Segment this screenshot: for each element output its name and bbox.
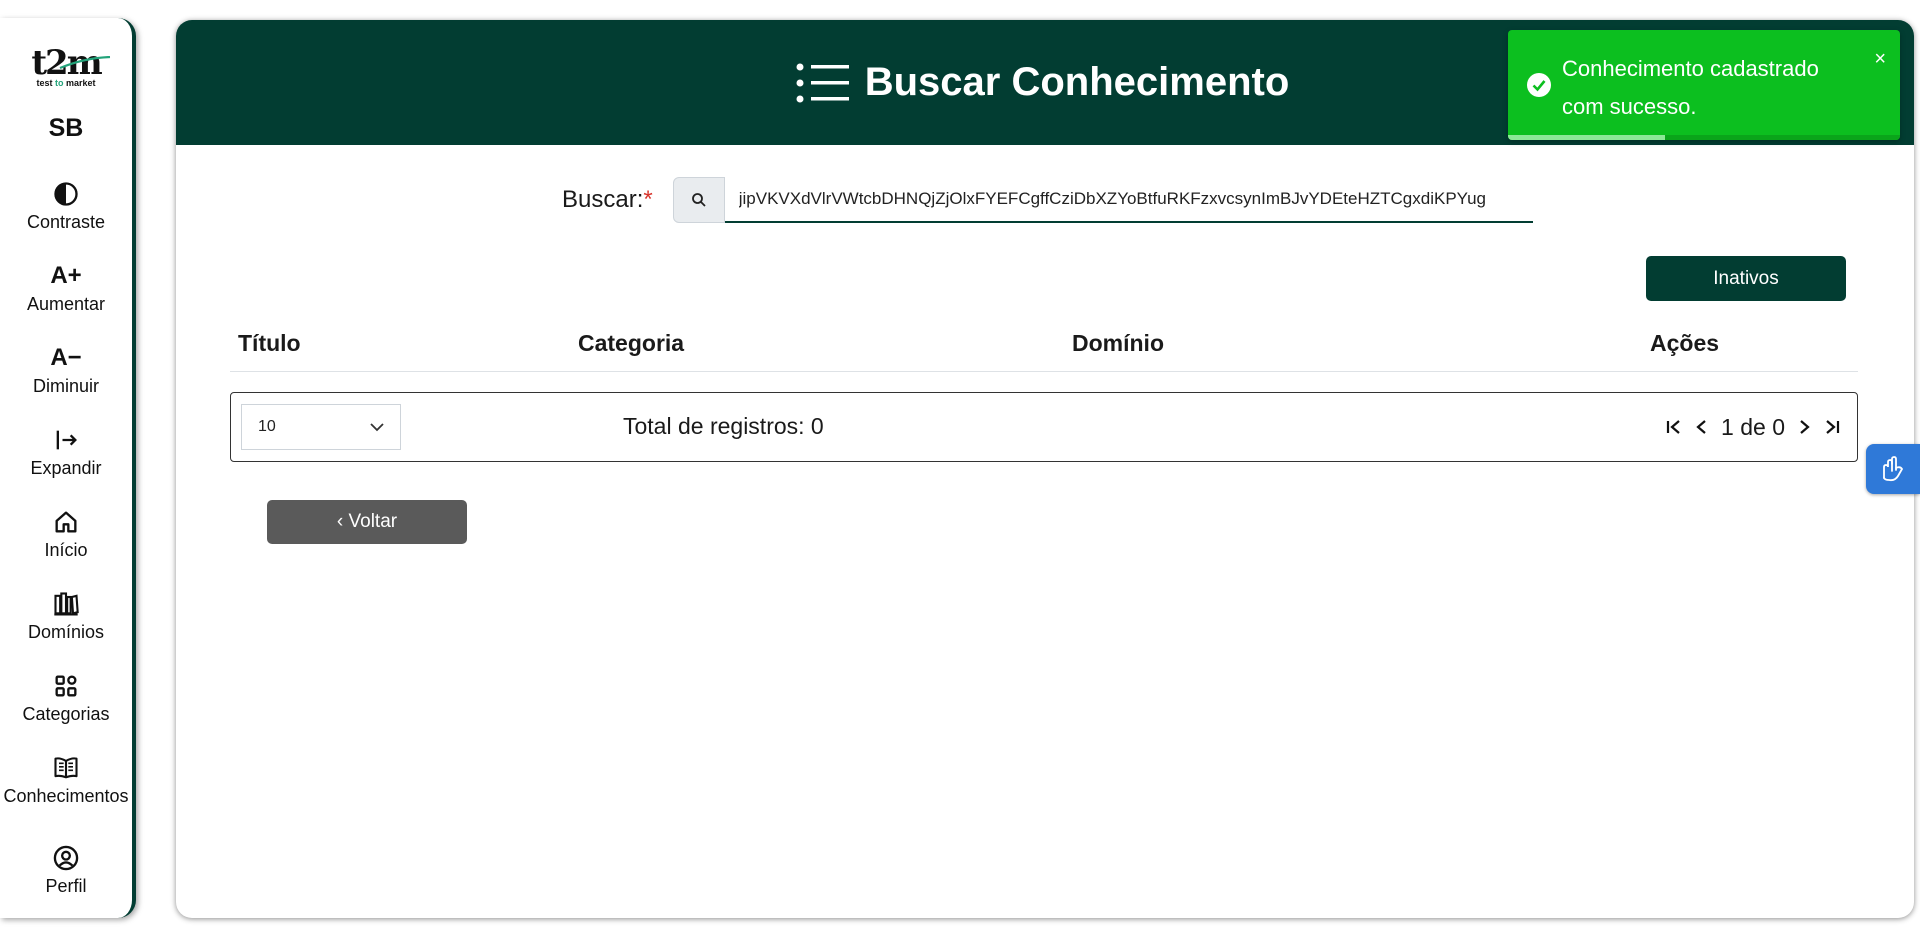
sidebar-item-label: Contraste [26,212,106,232]
logo: t2m test to market [0,46,132,88]
home-icon [0,508,132,536]
font-increase-icon: A+ [50,262,82,289]
column-header-actions: Ações [1650,330,1720,356]
search-button[interactable] [672,177,725,223]
sidebar: t2m test to market SB Contraste A+ Aumen… [0,18,136,918]
sidebar-item-label: Domínios [27,622,105,642]
first-page-icon[interactable] [1665,417,1683,437]
back-button[interactable]: ‹ Voltar [267,500,467,544]
total-records: Total de registros: 0 [623,413,824,439]
books-icon [0,590,132,618]
user-initials: SB [48,114,84,142]
table-header: Título Categoria Domínio Ações [230,320,1858,372]
toast-message: Conhecimento cadastrado com sucesso. [1562,56,1819,119]
sidebar-item-label: Perfil [45,876,87,896]
column-header-domain: Domínio [1072,330,1164,356]
toast-progress [1508,135,1665,140]
sidebar-item-label: Início [44,540,88,560]
next-page-icon[interactable] [1795,417,1813,437]
pager-nav: 1 de 0 [1665,412,1841,442]
pagination-bar: 10 Total de registros: 0 1 de 0 [230,392,1858,462]
sidebar-item-label: Conhecimentos [3,786,129,806]
search-row: Buscar:* [562,176,1533,224]
page-info: 1 de 0 [1721,413,1785,440]
sidebar-item-knowledge[interactable]: Conhecimentos [0,754,132,807]
sidebar-item-expand[interactable]: Expandir [0,426,132,479]
page-title: Buscar Conhecimento [864,60,1290,104]
column-header-title: Título [238,330,301,356]
hands-icon [1883,456,1904,482]
sidebar-item-home[interactable]: Início [0,508,132,561]
sidebar-item-label: Expandir [30,458,102,478]
sidebar-item-contrast[interactable]: Contraste [0,180,132,233]
page-size-select[interactable]: 10 [241,404,401,450]
book-open-icon [0,754,132,782]
list-icon [796,63,849,102]
sidebar-item-label: Diminuir [32,376,99,396]
search-label: Buscar:* [562,186,653,213]
page-size-value: 10 [258,418,276,435]
check-circle-icon [1527,73,1551,97]
sidebar-item-increase-font[interactable]: A+ Aumentar [0,262,132,315]
sidebar-item-label: Categorias [22,704,110,724]
close-icon[interactable]: × [1874,48,1886,71]
expand-icon [0,426,132,454]
grid-icon [0,672,132,700]
sidebar-item-domains[interactable]: Domínios [0,590,132,643]
search-icon [691,193,706,207]
main-panel: Buscar Conhecimento Buscar:* Inativos Tí… [176,20,1914,918]
last-page-icon[interactable] [1823,417,1841,437]
sidebar-item-categories[interactable]: Categorias [0,672,132,725]
contrast-icon [0,180,132,208]
sign-language-button[interactable] [1866,444,1920,494]
chevron-down-icon [370,423,384,432]
sidebar-item-label: Aumentar [26,294,106,314]
sidebar-item-profile[interactable]: Perfil [0,844,132,897]
required-mark: * [643,186,653,213]
sidebar-item-decrease-font[interactable]: A− Diminuir [0,344,132,397]
column-header-category: Categoria [578,330,685,356]
logo-swoosh-icon [59,56,111,70]
font-decrease-icon: A− [50,344,82,371]
user-circle-icon [0,844,132,872]
search-input[interactable] [724,177,1533,223]
previous-page-icon[interactable] [1693,417,1711,437]
success-toast: Conhecimento cadastrado com sucesso. × [1508,30,1900,140]
logo-subtitle: test to market [36,78,96,88]
inactive-button[interactable]: Inativos [1646,256,1846,301]
